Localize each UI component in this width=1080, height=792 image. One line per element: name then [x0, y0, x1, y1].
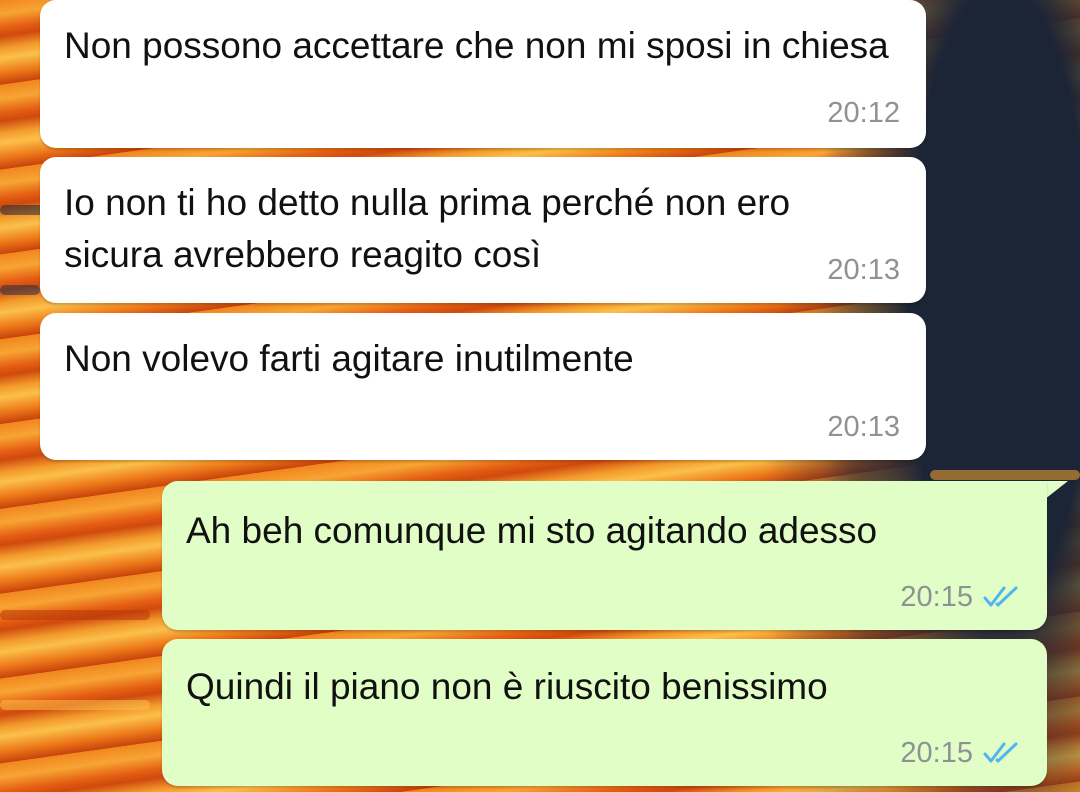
message-text: Ah beh comunque mi sto agitando adesso [186, 510, 878, 551]
message-timestamp: 20:13 [827, 254, 900, 286]
message-bubble-outgoing[interactable]: Quindi il piano non è riuscito benissimo… [162, 639, 1047, 786]
message-text: Quindi il piano non è riuscito benissimo [186, 666, 828, 707]
message-meta: 20:15 [900, 736, 1019, 770]
message-meta: 20:15 [900, 580, 1019, 614]
message-text: Non volevo farti agitare inutilmente [64, 338, 634, 379]
message-meta: 20:13 [827, 410, 900, 444]
message-bubble-outgoing[interactable]: Ah beh comunque mi sto agitando adesso 2… [162, 481, 1047, 630]
message-timestamp: 20:15 [900, 737, 973, 769]
message-meta: 20:13 [827, 253, 900, 287]
double-check-read-icon [983, 741, 1019, 765]
message-timestamp: 20:15 [900, 581, 973, 613]
message-timestamp: 20:13 [827, 411, 900, 443]
double-check-read-icon [983, 585, 1019, 609]
message-bubble-incoming[interactable]: Io non ti ho detto nulla prima perché no… [40, 157, 926, 303]
message-text: Non possono accettare che non mi sposi i… [64, 25, 889, 66]
message-bubble-incoming[interactable]: Non volevo farti agitare inutilmente 20:… [40, 313, 926, 460]
message-text: Io non ti ho detto nulla prima perché no… [64, 182, 791, 275]
message-timestamp: 20:12 [827, 97, 900, 129]
message-bubble-incoming[interactable]: Non possono accettare che non mi sposi i… [40, 0, 926, 148]
message-meta: 20:12 [827, 96, 900, 130]
